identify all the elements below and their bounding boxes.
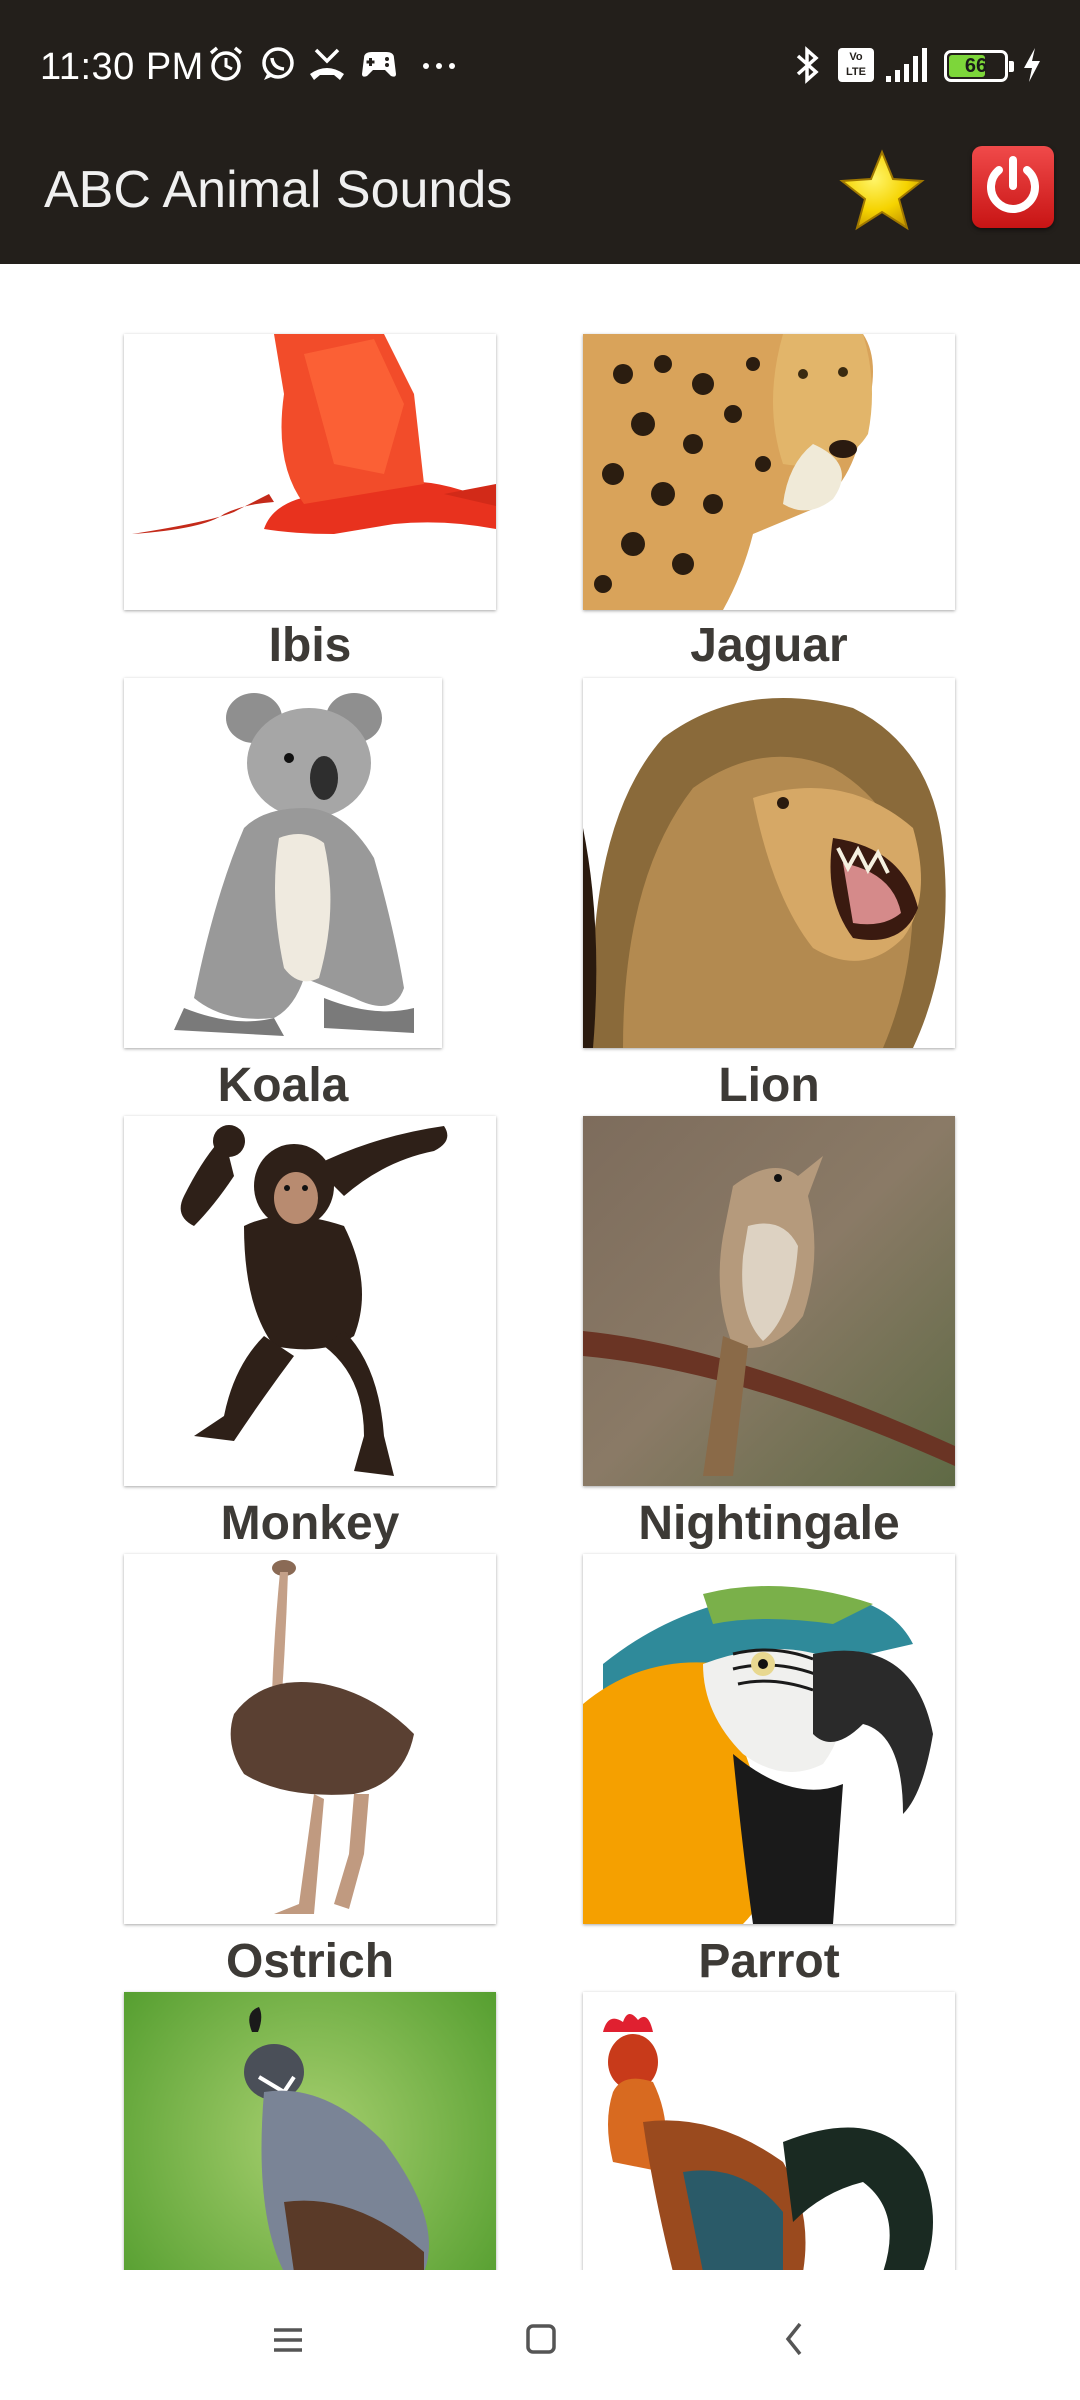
- volte-text: Vo LTE: [846, 51, 866, 78]
- nightingale-image: [583, 1116, 955, 1486]
- favorites-button[interactable]: [836, 146, 928, 238]
- animal-label: Ostrich: [225, 1935, 395, 1988]
- power-icon: [987, 156, 1039, 213]
- animal-label: Jaguar: [690, 619, 848, 672]
- status-time: 11:30 PM: [40, 46, 204, 88]
- battery-icon: 66: [944, 50, 1014, 82]
- animal-grid: Ibis Jaguar Koala Lion Monkey Nightingal…: [0, 264, 1080, 2270]
- charging-icon: [1024, 48, 1040, 82]
- animal-tile-rooster[interactable]: [583, 1992, 955, 2270]
- ibis-image: [124, 334, 496, 610]
- animal-tile-lion[interactable]: Lion: [583, 678, 955, 1112]
- quail-image: [124, 1992, 496, 2270]
- animal-tile-koala[interactable]: Koala: [124, 678, 442, 1112]
- app-screen: 11:30 PM Vo LTE 66 ABC Animal Sounds Ibi…: [0, 0, 1080, 2400]
- signal-icon: [886, 48, 927, 82]
- game-icon: [362, 52, 396, 77]
- animal-tile-parrot[interactable]: Parrot: [583, 1554, 955, 1988]
- animal-label: Monkey: [220, 1497, 400, 1550]
- animal-label: Koala: [217, 1059, 349, 1112]
- app-title: ABC Animal Sounds: [44, 161, 513, 219]
- bluetooth-icon: [796, 46, 819, 84]
- koala-image: [124, 678, 442, 1048]
- animal-label: Lion: [718, 1059, 820, 1112]
- app-bar: ABC Animal Sounds: [0, 132, 1080, 264]
- rooster-image: [583, 1992, 955, 2270]
- alarm-icon: [209, 46, 243, 81]
- exit-button[interactable]: [972, 146, 1054, 228]
- animal-tile-nightingale[interactable]: Nightingale: [583, 1116, 955, 1550]
- jaguar-image: [583, 334, 955, 610]
- status-bar: 11:30 PM Vo LTE 66: [0, 0, 1080, 132]
- whatsapp-icon: [262, 47, 294, 80]
- volte-icon: Vo LTE: [838, 48, 874, 82]
- animal-tile-ibis[interactable]: Ibis: [124, 334, 496, 672]
- animal-tile-monkey[interactable]: Monkey: [124, 1116, 496, 1550]
- animal-tile-ostrich[interactable]: Ostrich: [124, 1554, 496, 1988]
- back-icon[interactable]: [774, 2308, 814, 2368]
- missed-call-icon: [310, 48, 344, 80]
- more-icon: [423, 63, 455, 69]
- animal-tile-quail[interactable]: [124, 1992, 496, 2270]
- animal-label: Nightingale: [638, 1497, 900, 1550]
- home-icon[interactable]: [520, 2308, 560, 2368]
- battery-percent: 66: [964, 55, 988, 77]
- animal-label: Parrot: [698, 1935, 840, 1988]
- parrot-image: [583, 1554, 955, 1924]
- menu-icon[interactable]: [268, 2308, 308, 2368]
- animal-label: Ibis: [268, 619, 352, 672]
- navigation-bar: [0, 2270, 1080, 2400]
- lion-image: [583, 678, 955, 1048]
- animal-tile-jaguar[interactable]: Jaguar: [583, 334, 955, 672]
- monkey-image: [124, 1116, 496, 1486]
- ostrich-image: [124, 1554, 496, 1924]
- star-icon: [839, 149, 925, 231]
